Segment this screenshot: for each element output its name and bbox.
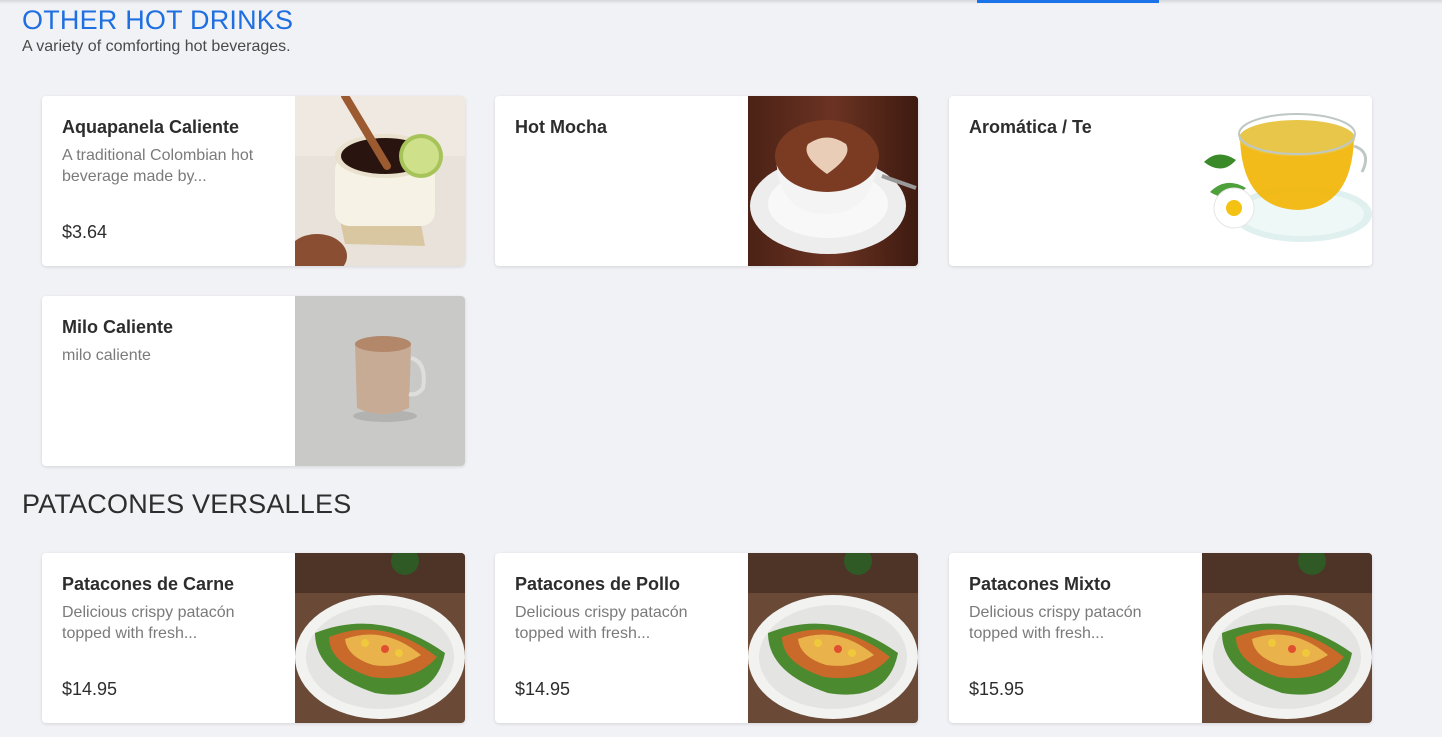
menu-item-card[interactable]: Aquapanela Caliente A traditional Colomb… [42, 96, 465, 266]
menu-item-card[interactable]: Patacones de Pollo Delicious crispy pata… [495, 553, 918, 723]
menu-item-name: Hot Mocha [515, 117, 607, 137]
menu-item-card[interactable]: Patacones de Carne Delicious crispy pata… [42, 553, 465, 723]
menu-item-name: Patacones Mixto [969, 574, 1112, 594]
menu-item-description: A traditional Colombian hot beverage mad… [62, 147, 254, 185]
tea-photo [1202, 96, 1372, 266]
section-title-patacones-versalles: PATACONES VERSALLES [22, 489, 352, 519]
aguapanela-photo [295, 96, 465, 266]
hot-mocha-photo [748, 96, 918, 266]
menu-item-description: Delicious crispy patacón topped with fre… [515, 604, 688, 642]
menu-item-name: Aquapanela Caliente [62, 117, 240, 137]
patacon-photo [1202, 553, 1372, 723]
menu-item-description: Delicious crispy patacón topped with fre… [62, 604, 235, 642]
header-shadow [0, 0, 1442, 4]
menu-item-card[interactable]: Hot Mocha [495, 96, 918, 266]
menu-item-name: Patacones de Carne [62, 574, 235, 594]
menu-item-card[interactable]: Milo Caliente milo caliente [42, 296, 465, 466]
menu-item-name: Patacones de Pollo [515, 574, 681, 594]
menu-item-name: Milo Caliente [62, 317, 174, 337]
active-category-indicator [977, 0, 1159, 3]
menu-item-price: $3.64 [62, 222, 108, 242]
menu-item-card[interactable]: Aromática / Te [949, 96, 1372, 266]
menu-item-price: $14.95 [62, 679, 118, 699]
milo-photo [295, 296, 465, 466]
menu-item-description: milo caliente [62, 347, 151, 364]
menu-item-name: Aromática / Te [969, 117, 1092, 137]
section-title-other-hot-drinks: OTHER HOT DRINKS [22, 5, 294, 35]
patacon-photo [295, 553, 465, 723]
menu-item-card[interactable]: Patacones Mixto Delicious crispy patacón… [949, 553, 1372, 723]
menu-item-price: $15.95 [969, 679, 1025, 699]
patacon-photo [748, 553, 918, 723]
menu-item-description: Delicious crispy patacón topped with fre… [969, 604, 1142, 642]
menu-item-price: $14.95 [515, 679, 571, 699]
section-subtitle: A variety of comforting hot beverages. [22, 38, 291, 55]
